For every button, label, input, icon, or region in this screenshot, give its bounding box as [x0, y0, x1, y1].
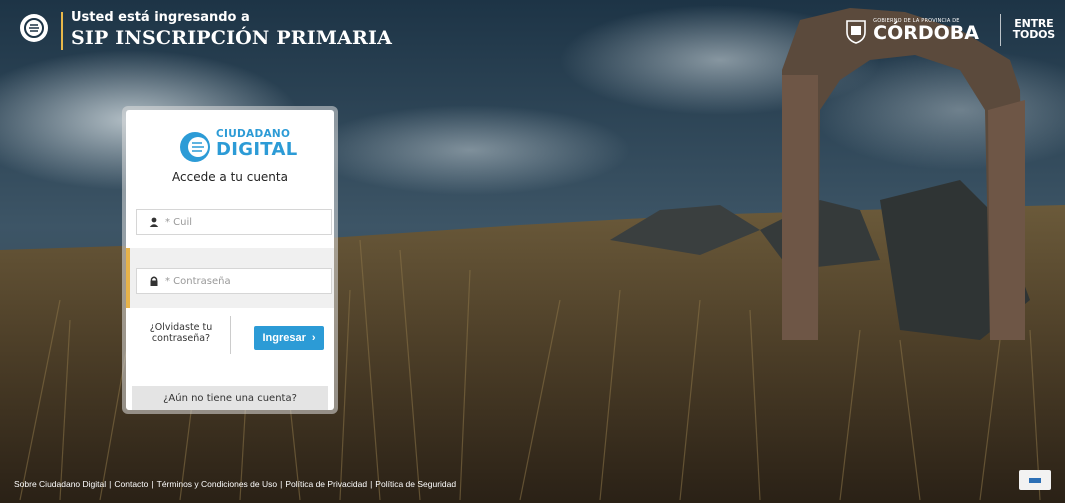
- header-title: SIP INSCRIPCIÓN PRIMARIA: [71, 27, 393, 49]
- forgot-password-link[interactable]: ¿Olvidaste tu contraseña?: [136, 322, 226, 344]
- footer-link-security[interactable]: Política de Seguridad: [375, 479, 456, 489]
- cuil-input[interactable]: * Cuil: [136, 209, 332, 235]
- badge-mark: [1029, 478, 1041, 483]
- forgot-line2: contraseña?: [151, 333, 211, 344]
- user-icon: [147, 215, 161, 229]
- cuil-placeholder: * Cuil: [165, 216, 193, 228]
- footer-link-terms[interactable]: Términos y Condiciones de Uso: [157, 479, 277, 489]
- slogan: ENTRE TODOS: [1013, 18, 1055, 40]
- ciudadano-digital-icon: [180, 132, 210, 162]
- register-link[interactable]: ¿Aún no tiene una cuenta?: [132, 386, 328, 410]
- login-card: CIUDADANO DIGITAL Accede a tu cuenta * C…: [122, 106, 338, 414]
- forgot-line1: ¿Olvidaste tu: [149, 322, 213, 333]
- login-heading: Accede a tu cuenta: [172, 170, 288, 184]
- password-placeholder: * Contraseña: [165, 275, 231, 287]
- cordoba-seal-icon: [846, 20, 866, 44]
- slogan-line2: TODOS: [1012, 28, 1055, 41]
- footer-links: Sobre Ciudadano Digital | Contacto | Término…: [14, 479, 457, 489]
- header-divider: [61, 12, 63, 50]
- top-header: Usted está ingresando a SIP INSCRIPCIÓN …: [0, 0, 1065, 62]
- brand-line2: DIGITAL: [216, 139, 298, 160]
- logo-separator: [1000, 14, 1001, 46]
- footer-link-about[interactable]: Sobre Ciudadano Digital: [14, 479, 106, 489]
- password-input[interactable]: * Contraseña: [136, 268, 332, 294]
- ciudadano-digital-logo: CIUDADANO DIGITAL: [178, 128, 298, 168]
- header-subtitle: Usted está ingresando a: [71, 10, 250, 25]
- action-separator: [230, 316, 231, 354]
- province-name: CÓRDOBA: [873, 22, 979, 44]
- login-button[interactable]: Ingresar ›: [254, 326, 324, 350]
- login-card-body: CIUDADANO DIGITAL Accede a tu cuenta * C…: [126, 110, 334, 410]
- footer-link-contact[interactable]: Contacto: [114, 479, 148, 489]
- lock-icon: [147, 274, 161, 288]
- province-emblem-icon: [20, 14, 48, 42]
- footer-link-privacy[interactable]: Política de Privacidad: [285, 479, 367, 489]
- government-logo: GOBIERNO DE LA PROVINCIA DE CÓRDOBA: [845, 14, 979, 48]
- login-button-label: Ingresar: [262, 332, 306, 344]
- certification-badge[interactable]: [1019, 470, 1051, 490]
- chevron-right-icon: ›: [311, 332, 316, 344]
